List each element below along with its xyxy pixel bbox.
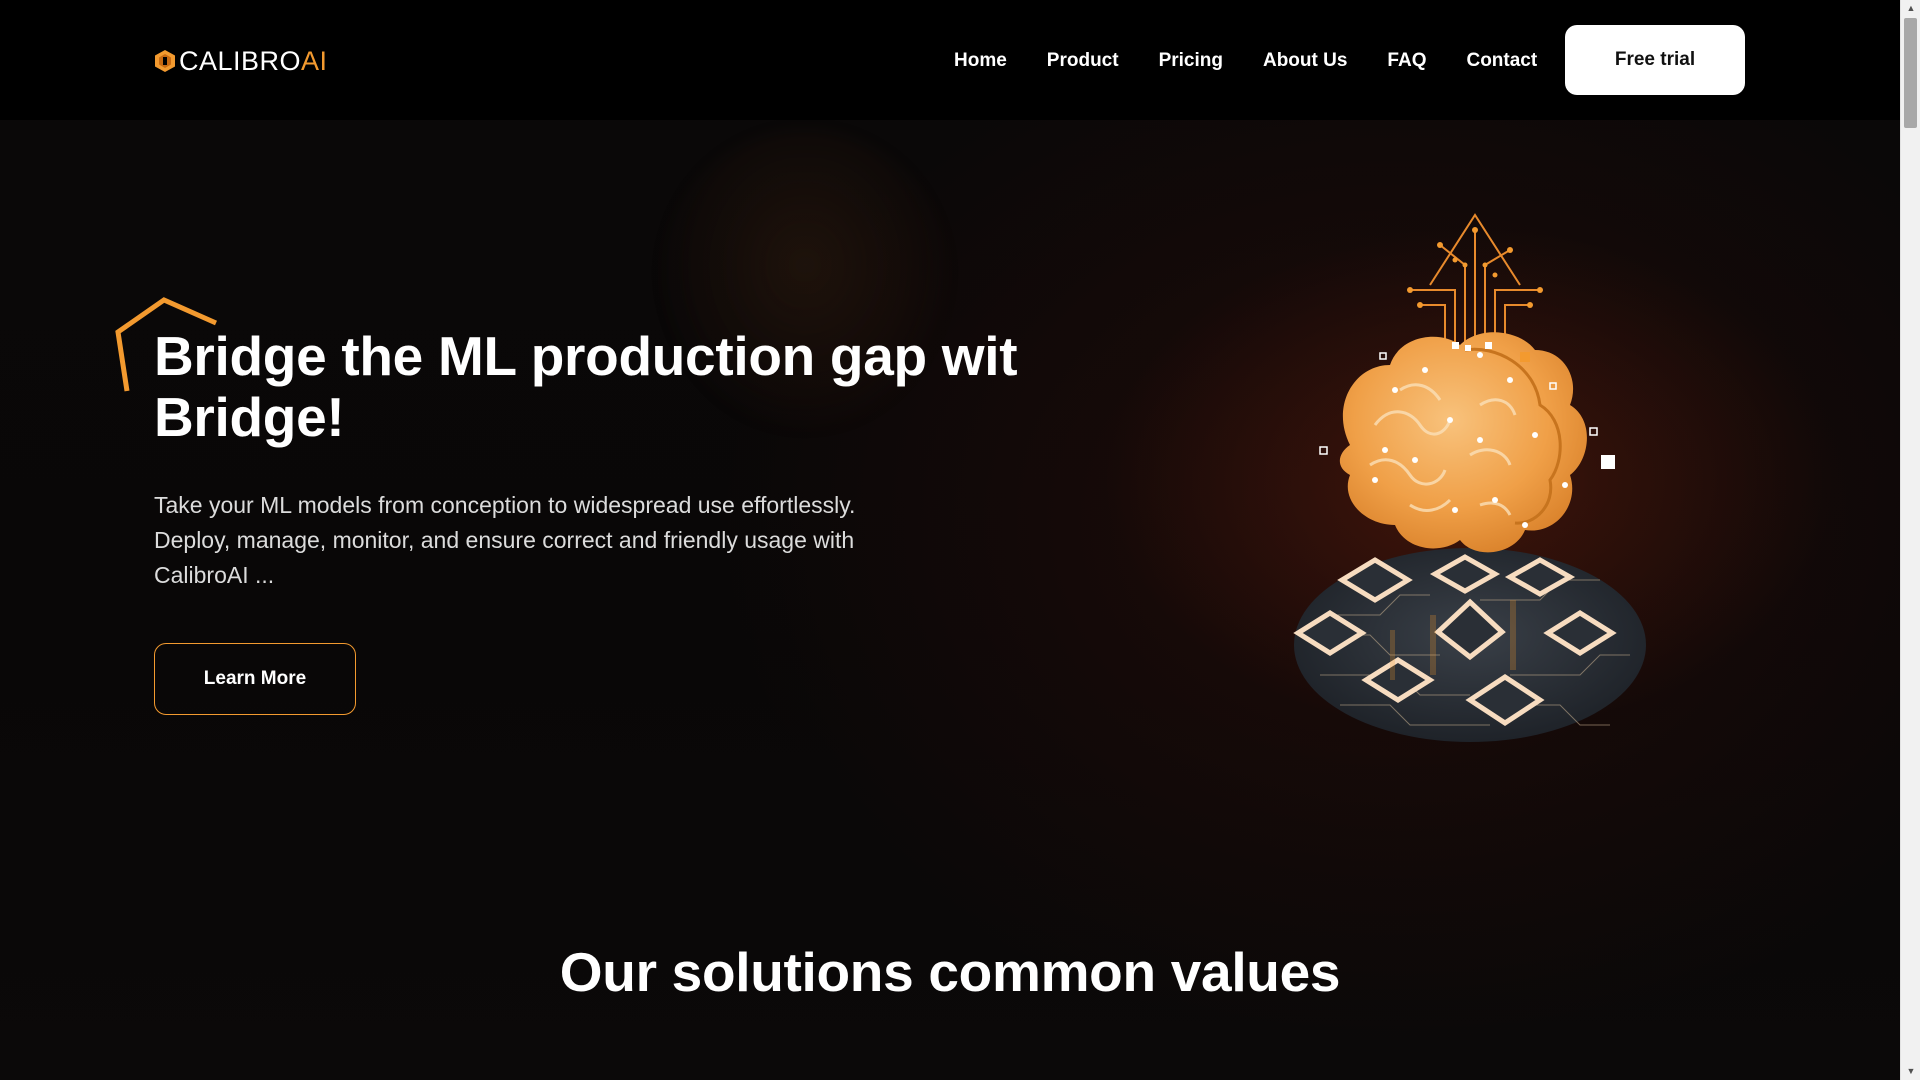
nav-item-pricing[interactable]: Pricing bbox=[1159, 50, 1223, 72]
brand-name-main: CALIBRO bbox=[179, 45, 302, 76]
site-header: CALIBROAI Home Product Pricing About Us … bbox=[0, 0, 1900, 120]
nav-item-contact[interactable]: Contact bbox=[1466, 50, 1537, 72]
nav-item-home[interactable]: Home bbox=[954, 50, 1007, 72]
main-nav: Home Product Pricing About Us FAQ Contac… bbox=[954, 44, 1577, 78]
circuit-arrow bbox=[1410, 213, 1540, 345]
brain-circuit-illustration bbox=[1293, 213, 1646, 742]
brand-name: CALIBROAI bbox=[179, 46, 328, 77]
scroll-thumb[interactable] bbox=[1904, 18, 1917, 128]
nav-item-product[interactable]: Product bbox=[1047, 50, 1119, 72]
learn-more-button[interactable]: Learn More bbox=[154, 643, 356, 715]
page-scrollbar[interactable]: ▲ ▼ bbox=[1900, 0, 1920, 1080]
brain-shape bbox=[1319, 332, 1615, 553]
section-title-solutions: Our solutions common values bbox=[559, 941, 1341, 1003]
scroll-down-arrow-icon[interactable]: ▼ bbox=[1901, 1063, 1920, 1080]
brand-name-accent: AI bbox=[301, 45, 328, 76]
landing-page: CALIBROAI Home Product Pricing About Us … bbox=[0, 0, 1900, 1080]
scroll-up-arrow-icon[interactable]: ▲ bbox=[1901, 0, 1920, 17]
nav-item-about-us[interactable]: About Us bbox=[1263, 50, 1347, 72]
hero-description: Take your ML models from conception to w… bbox=[154, 492, 856, 588]
hero-title: Bridge the ML production gap wit Bridge! bbox=[154, 325, 1018, 448]
free-trial-button[interactable]: Free trial bbox=[1565, 25, 1745, 95]
brand-logo[interactable]: CALIBROAI bbox=[154, 44, 328, 78]
logo-hexagon-icon bbox=[155, 50, 175, 72]
nav-item-faq[interactable]: FAQ bbox=[1387, 50, 1426, 72]
